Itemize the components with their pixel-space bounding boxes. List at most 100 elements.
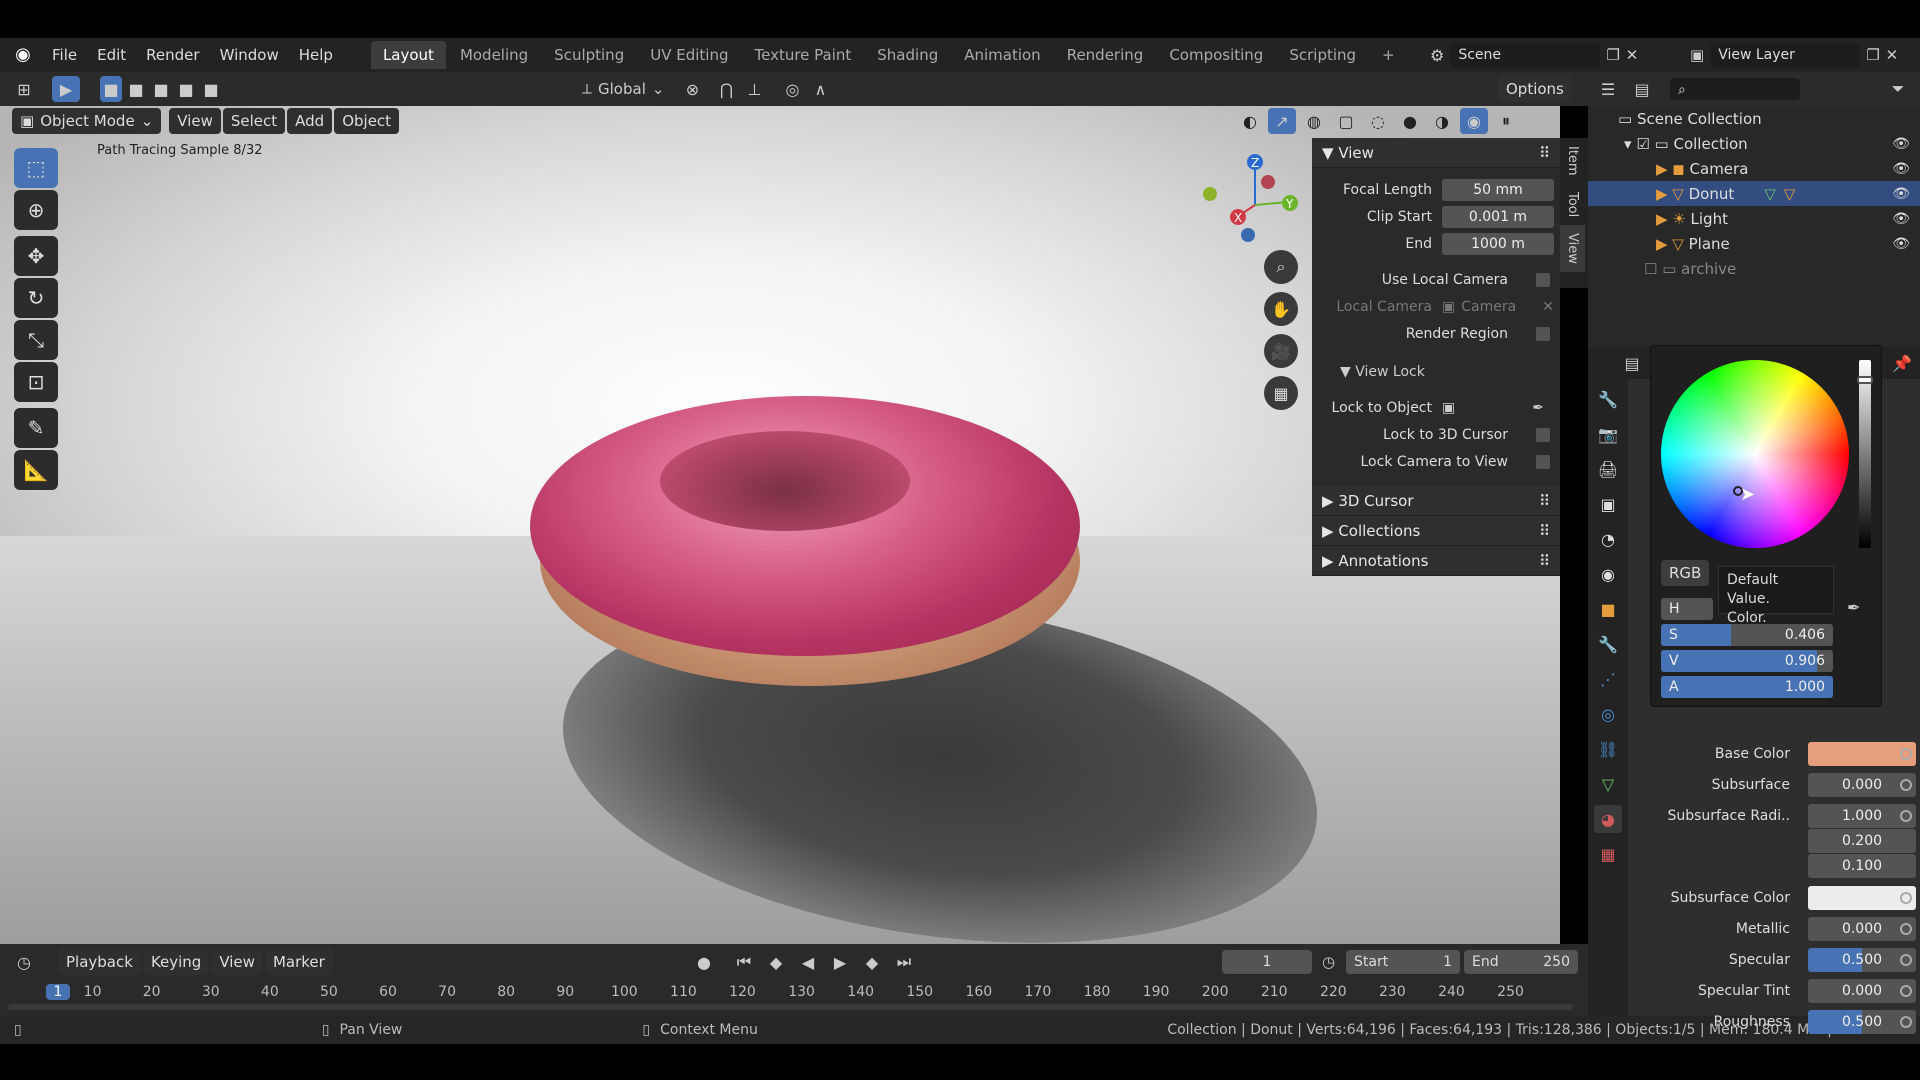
lock-3d-cursor-checkbox[interactable] <box>1536 428 1550 442</box>
end-frame-field[interactable]: End 250 <box>1464 950 1578 974</box>
menu-edit[interactable]: Edit <box>87 46 136 64</box>
constraints-tab-icon[interactable]: ⛓ <box>1594 735 1622 763</box>
prev-keyframe-icon[interactable]: ◆ <box>762 949 790 975</box>
texture-tab-icon[interactable]: ▦ <box>1594 840 1622 868</box>
value-slider[interactable] <box>1859 360 1871 548</box>
mode-dropdown[interactable]: ▣ Object Mode ⌄ <box>12 108 162 134</box>
scene-field[interactable]: Scene <box>1450 43 1601 67</box>
render-region-checkbox[interactable] <box>1536 327 1550 341</box>
timeline-view-menu[interactable]: View <box>211 949 263 975</box>
socket-icon[interactable] <box>1900 892 1912 904</box>
outliner-collection[interactable]: ▾ ☑ ▭ Collection 👁 <box>1588 131 1920 156</box>
menu-render[interactable]: Render <box>136 46 209 64</box>
view-panel-header[interactable]: ▼ View ⠿ <box>1312 138 1560 168</box>
socket-icon[interactable] <box>1900 748 1912 760</box>
eyedropper-icon[interactable]: ✒ <box>1532 400 1544 416</box>
object-menu[interactable]: Object <box>334 108 400 134</box>
properties-editor-icon[interactable]: ▤ <box>1618 350 1646 376</box>
rendered-shading-icon[interactable]: ◉ <box>1460 108 1488 134</box>
tool-tab-icon[interactable]: 🔧 <box>1594 385 1622 413</box>
editor-type-icon[interactable]: ⊞ <box>10 76 38 102</box>
pause-render-icon[interactable]: ⏸ <box>1492 108 1520 134</box>
subsurface-radius-z[interactable]: 0.100 <box>1808 854 1916 878</box>
alpha-slider[interactable]: A 1.000 <box>1661 676 1833 698</box>
falloff-icon[interactable]: ∧ <box>806 76 834 102</box>
color-wheel[interactable] <box>1661 360 1849 548</box>
navigation-gizmo[interactable]: Z Y X <box>1200 150 1310 260</box>
jump-end-icon[interactable]: ⏭ <box>890 949 918 975</box>
timeline-ruler[interactable]: 1 10 20 30 40 50 60 70 80 90 100 110 120 130 140 150 160… <box>0 980 1588 1004</box>
pivot-icon[interactable]: ⊗ <box>678 76 706 102</box>
timeline-scrollbar[interactable] <box>8 1004 1573 1010</box>
hue-slider[interactable]: H <box>1661 598 1713 620</box>
new-scene-icon[interactable]: ❐ <box>1606 46 1619 64</box>
overlay-icon[interactable]: ◍ <box>1300 108 1328 134</box>
annotate-tool-icon[interactable]: ✎ <box>14 408 58 448</box>
close-scene-icon[interactable]: ✕ <box>1626 46 1639 64</box>
tab-item[interactable]: Item <box>1560 138 1585 184</box>
transform-tool-icon[interactable]: ⊡ <box>14 362 58 402</box>
tab-sculpting[interactable]: Sculpting <box>542 41 636 69</box>
close-view-layer-icon[interactable]: ✕ <box>1886 46 1899 64</box>
drag-handle-icon[interactable]: ⠿ <box>1539 522 1550 540</box>
render-tab-icon[interactable]: 📷 <box>1594 420 1622 448</box>
rgb-mode-button[interactable]: RGB <box>1661 560 1710 586</box>
tab-tool[interactable]: Tool <box>1560 184 1585 225</box>
select-box-tool-icon[interactable]: ⬚ <box>14 148 58 188</box>
select-menu[interactable]: Select <box>222 108 286 134</box>
eyedropper-icon[interactable]: ✒ <box>1847 598 1860 617</box>
tab-compositing[interactable]: Compositing <box>1157 41 1275 69</box>
modifier-tab-icon[interactable]: 🔧 <box>1594 630 1622 658</box>
record-icon[interactable]: ● <box>690 949 718 975</box>
lock-to-object-field[interactable]: ▣ ✒ <box>1442 400 1554 416</box>
outliner-light[interactable]: ▶ ☀ Light 👁 <box>1588 206 1920 231</box>
menu-help[interactable]: Help <box>289 46 343 64</box>
pin-icon[interactable]: 📌 <box>1892 354 1912 373</box>
tab-uv-editing[interactable]: UV Editing <box>638 41 740 69</box>
clock-icon[interactable]: ◷ <box>1322 953 1335 971</box>
select-tool-icon[interactable]: ▶ <box>52 76 80 102</box>
value-slider-handle[interactable] <box>1857 376 1873 384</box>
new-view-layer-icon[interactable]: ❐ <box>1866 46 1879 64</box>
eye-icon[interactable]: 👁 <box>1892 161 1910 177</box>
add-workspace-icon[interactable]: + <box>1370 41 1407 69</box>
play-reverse-icon[interactable]: ◀ <box>794 949 822 975</box>
checkbox-icon[interactable]: ☑ <box>1636 135 1654 153</box>
play-icon[interactable]: ▶ <box>826 949 854 975</box>
cursor-tool-icon[interactable]: ⊕ <box>14 190 58 230</box>
snap-icon[interactable]: ⋂ <box>712 76 740 102</box>
next-keyframe-icon[interactable]: ◆ <box>858 949 886 975</box>
3d-cursor-panel-header[interactable]: ▶ 3D Cursor ⠿ <box>1312 486 1560 516</box>
clip-end-field[interactable]: 1000 m <box>1442 233 1554 255</box>
eye-icon[interactable]: 👁 <box>1892 186 1910 202</box>
focal-length-field[interactable]: 50 mm <box>1442 179 1554 201</box>
tab-rendering[interactable]: Rendering <box>1055 41 1156 69</box>
xray-icon[interactable]: ▢ <box>1332 108 1360 134</box>
socket-icon[interactable] <box>1900 779 1912 791</box>
tab-layout[interactable]: Layout <box>370 41 446 69</box>
socket-icon[interactable] <box>1900 810 1912 822</box>
socket-icon[interactable] <box>1900 985 1912 997</box>
scene-tab-icon[interactable]: ◔ <box>1594 525 1622 553</box>
grid-view-icon[interactable]: ▦ <box>1264 376 1298 410</box>
tab-view[interactable]: View <box>1560 224 1585 272</box>
view-menu[interactable]: View <box>169 108 221 134</box>
world-tab-icon[interactable]: ◉ <box>1594 560 1622 588</box>
drag-handle-icon[interactable]: ⠿ <box>1539 552 1550 570</box>
keying-menu[interactable]: Keying <box>142 949 210 975</box>
material-shading-icon[interactable]: ◑ <box>1428 108 1456 134</box>
blender-logo-icon[interactable]: ◉ <box>12 44 34 66</box>
checkbox-icon[interactable]: ☐ <box>1644 260 1662 278</box>
display-mode-icon[interactable]: ▤ <box>1628 76 1656 102</box>
gizmo-toggle-icon[interactable]: ↗ <box>1268 108 1296 134</box>
eye-icon[interactable]: 👁 <box>1892 136 1910 152</box>
output-tab-icon[interactable]: 🖨 <box>1594 455 1622 483</box>
lock-camera-checkbox[interactable] <box>1536 455 1550 469</box>
outliner-archive[interactable]: ☐ ▭ archive <box>1588 256 1920 281</box>
add-menu[interactable]: Add <box>287 108 333 134</box>
outliner-editor-icon[interactable]: ☰ <box>1594 76 1622 102</box>
options-dropdown[interactable]: Options <box>1498 76 1572 102</box>
tab-shading[interactable]: Shading <box>865 41 950 69</box>
tab-animation[interactable]: Animation <box>952 41 1052 69</box>
physics-tab-icon[interactable]: ◎ <box>1594 700 1622 728</box>
